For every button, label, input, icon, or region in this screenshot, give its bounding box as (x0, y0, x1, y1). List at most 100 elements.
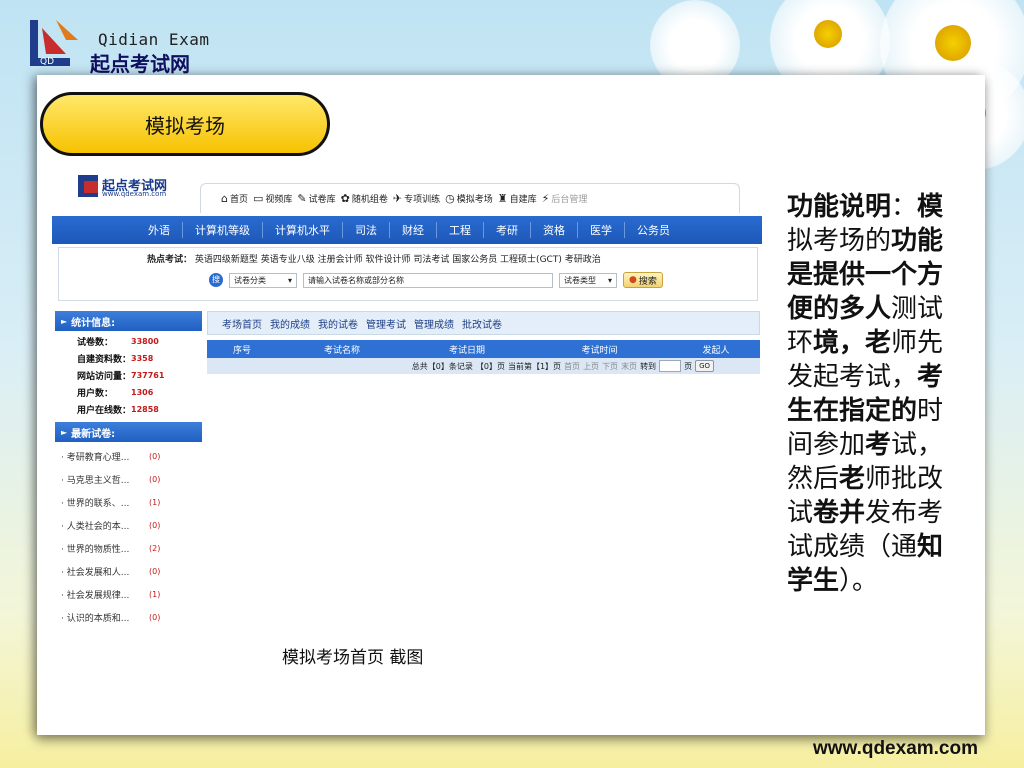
total-records: 总共【0】条记录 (411, 361, 473, 371)
description-text: 老 (839, 464, 866, 494)
qidian-logo-icon: QD (30, 20, 78, 67)
top-nav-item[interactable]: ⚡ 后台管理 (542, 192, 588, 205)
category-tab[interactable]: 医学 (578, 222, 625, 238)
category-tab[interactable]: 外语 (136, 222, 183, 238)
paper-count: (1) (149, 590, 161, 599)
first-page-link[interactable]: 首页 (564, 361, 580, 372)
top-nav-label: 试卷库 (308, 195, 336, 205)
total-pages: 【0】页 (475, 361, 505, 371)
top-nav-item[interactable]: ♜ 自建库 (498, 192, 537, 205)
pen-icon: ✎ (297, 192, 307, 205)
list-item[interactable]: · 认识的本质和... (0) (55, 606, 202, 629)
description-text: ）。 (839, 566, 879, 596)
triangle-icon: ► (61, 427, 68, 437)
page-unit-label: 页 (684, 361, 693, 371)
table-column-header: 考试名称 (323, 345, 360, 356)
stats-list: 试卷数： 33800 自建资料数： 3358 网站访问量： 737761 用户数： 1306 用… (55, 331, 202, 422)
next-page-link[interactable]: 下页 (602, 361, 618, 372)
list-item[interactable]: · 人类社会的本... (0) (55, 514, 202, 537)
paper-title: · 人类社会的本... (61, 522, 130, 532)
exam-room-panel: 考场首页 我的成绩 我的试卷 管理考试 管理成绩 批改试卷 序号 考试名称 考试日期 考试时间 发… (207, 311, 760, 374)
daisy-center (935, 25, 971, 61)
description-text: 考 (865, 430, 892, 460)
search-icon: 搜 (209, 273, 223, 287)
stat-label: 用户数： (77, 389, 114, 399)
list-item[interactable]: · 世界的联系、... (1) (55, 491, 202, 514)
top-nav-label: 自建库 (509, 195, 537, 205)
stat-row: 用户在线数： 12858 (55, 401, 202, 418)
paper-count: (0) (149, 475, 161, 484)
page-number-input[interactable] (659, 360, 682, 372)
paper-title: · 考研教育心理... (61, 453, 130, 463)
category-tab[interactable]: 财经 (390, 222, 437, 238)
exam-name-input[interactable]: 请输入试卷名称或部分名称 (303, 272, 553, 288)
hot-exam-label: 热点考试： (147, 255, 193, 265)
category-tab[interactable]: 计算机水平 (263, 222, 343, 238)
category-bar: 外语 计算机等级 计算机水平 司法 财经 工程 考研 资格 医学 公务员 (52, 216, 762, 244)
paper-title: · 社会发展和人... (61, 568, 130, 578)
new-papers-header: ► 最新试卷: (55, 422, 202, 442)
top-nav-item[interactable]: ✎ 试卷库 (297, 192, 335, 205)
description-text: ： (891, 192, 918, 222)
svg-text:QD: QD (40, 57, 54, 67)
exam-table-header: 序号 考试名称 考试日期 考试时间 发起人 (207, 340, 760, 358)
search-row: 搜 试卷分类 ▾ 请输入试卷名称或部分名称 试卷类型 ▾ ● 搜索 (209, 272, 663, 288)
top-nav-item[interactable]: ▭ 视频库 (253, 192, 292, 205)
exam-tab[interactable]: 批改试卷 (462, 316, 502, 331)
category-tab[interactable]: 工程 (437, 222, 484, 238)
exam-tabs: 考场首页 我的成绩 我的试卷 管理考试 管理成绩 批改试卷 (207, 311, 760, 335)
category-tab[interactable]: 资格 (531, 222, 578, 238)
stat-label: 用户在线数： (77, 406, 132, 416)
last-page-link[interactable]: 末页 (621, 361, 637, 372)
daisy-center (814, 20, 842, 48)
list-item[interactable]: · 社会发展规律... (1) (55, 583, 202, 606)
table-column-header: 发起人 (702, 345, 730, 356)
exam-tab[interactable]: 我的成绩 (270, 316, 310, 331)
stat-value: 3358 (131, 354, 154, 363)
exam-tab[interactable]: 管理成绩 (414, 316, 454, 331)
list-item[interactable]: · 考研教育心理... (0) (55, 445, 202, 468)
top-nav-item[interactable]: ⌂ 首页 (221, 192, 248, 205)
training-icon: ✈ (392, 192, 403, 205)
description-text: 卷并 (813, 498, 866, 528)
hot-exam-links[interactable]: 英语四级新题型 英语专业八级 注册会计师 软件设计师 司法考试 国家公务员 工程… (195, 255, 601, 265)
top-nav-item[interactable]: ✈ 专项训练 (393, 192, 440, 205)
top-nav-item[interactable]: ✿ 随机组卷 (341, 192, 388, 205)
top-nav-item[interactable]: ◷ 模拟考场 (445, 192, 493, 205)
category-tab[interactable]: 公务员 (625, 222, 682, 238)
paper-title: · 社会发展规律... (61, 591, 130, 601)
category-tab[interactable]: 司法 (343, 222, 390, 238)
paper-title: · 世界的物质性... (61, 545, 130, 555)
list-item[interactable]: · 世界的物质性... (2) (55, 537, 202, 560)
search-button[interactable]: ● 搜索 (623, 272, 663, 288)
exam-tab[interactable]: 管理考试 (366, 316, 406, 331)
type-select[interactable]: 试卷类型 ▾ (559, 272, 617, 288)
description-text: 拟考场的 (787, 226, 892, 256)
category-tab[interactable]: 计算机等级 (183, 222, 263, 238)
list-item[interactable]: · 社会发展和人... (0) (55, 560, 202, 583)
prev-page-link[interactable]: 上页 (583, 361, 599, 372)
list-item[interactable]: · 马克思主义哲... (0) (55, 468, 202, 491)
exam-tab[interactable]: 我的试卷 (318, 316, 358, 331)
paper-count: (0) (149, 567, 161, 576)
stat-row: 网站访问量： 737761 (55, 367, 202, 384)
site-logo-url: www.qdexam.com (102, 190, 167, 198)
description-text: 模 (917, 192, 944, 222)
category-tab[interactable]: 考研 (484, 222, 531, 238)
stat-row: 自建资料数： 3358 (55, 350, 202, 367)
exam-tab[interactable]: 考场首页 (222, 316, 262, 331)
category-select[interactable]: 试卷分类 ▾ (229, 272, 297, 288)
top-nav-label: 后台管理 (551, 195, 588, 205)
stat-value: 737761 (131, 371, 165, 380)
screenshot-image: 起点考试网 www.qdexam.com ⌂ 首页 ▭ 视频库 ✎ 试卷库 ✿ 随机组卷 ✈ 专项… (52, 165, 762, 630)
paper-count: (0) (149, 452, 161, 461)
screenshot-caption: 模拟考场首页 截图 (282, 648, 424, 668)
top-navigation: ⌂ 首页 ▭ 视频库 ✎ 试卷库 ✿ 随机组卷 ✈ 专项训练 ◷ 模拟考场 ♜ 自建库 ⚡ 后台管理 (200, 183, 740, 213)
gear-icon: ✿ (340, 192, 350, 205)
current-page: 当前第【1】页 (507, 361, 562, 371)
stats-header: ► 统计信息: (55, 311, 202, 331)
go-button[interactable]: GO (695, 360, 714, 372)
home-icon: ⌂ (221, 192, 228, 205)
top-nav-label: 首页 (229, 195, 248, 205)
top-nav-label: 模拟考场 (456, 195, 493, 205)
